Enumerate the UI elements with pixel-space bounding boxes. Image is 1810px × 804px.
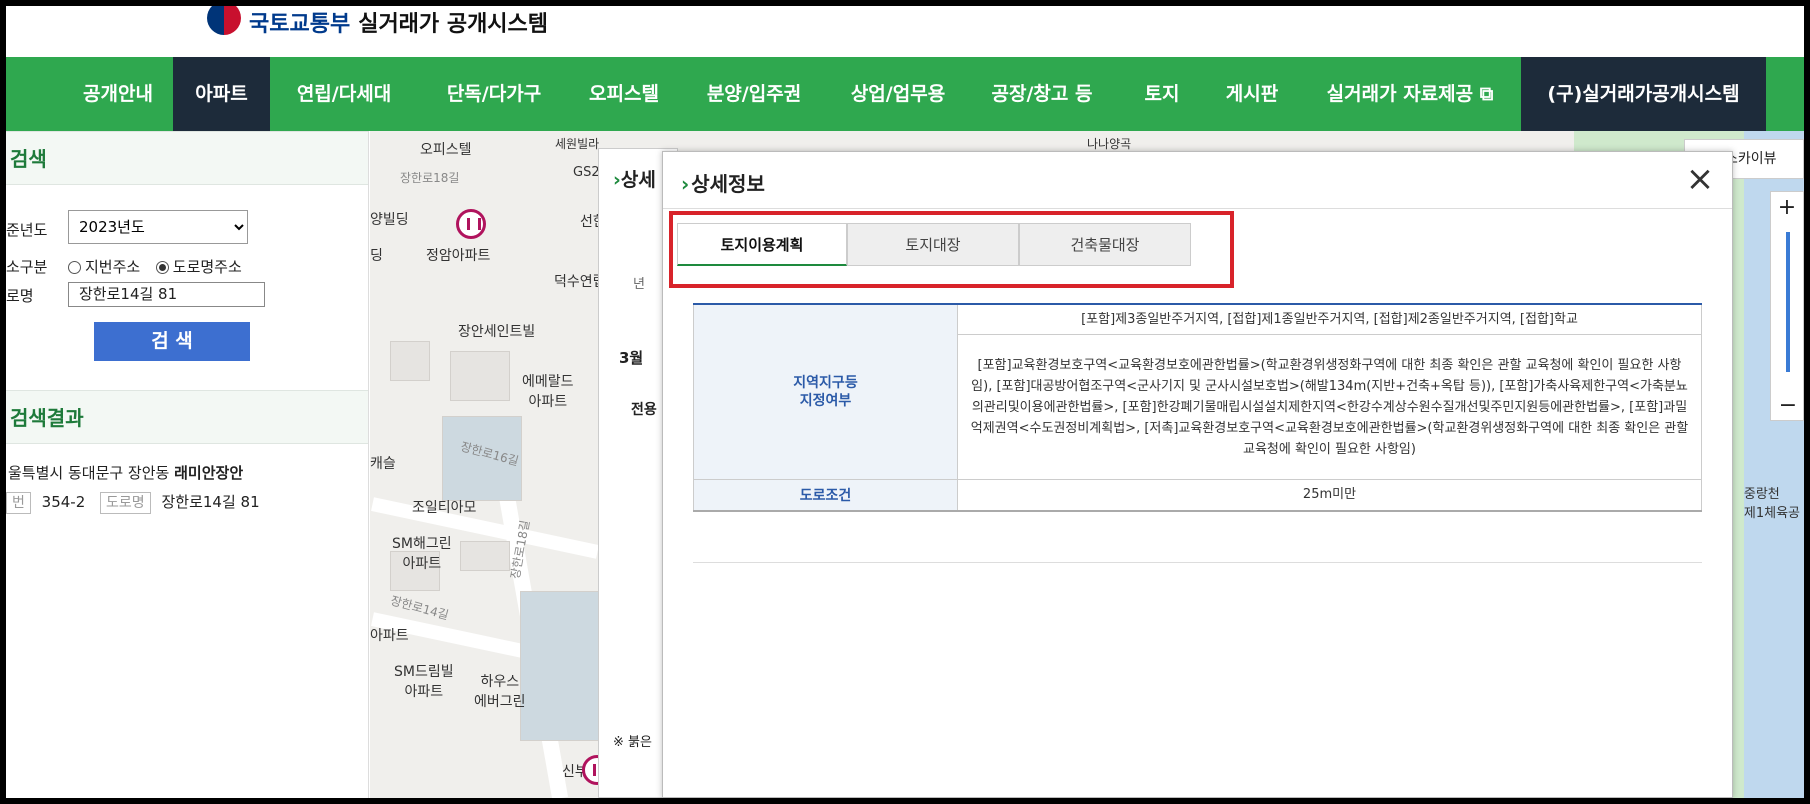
nav-item-multiplex[interactable]: 연립/다세대 bbox=[284, 57, 404, 131]
map-label: 딩 bbox=[370, 248, 383, 264]
site-logo[interactable]: 국토교통부 실거래가 공개시스템 bbox=[207, 6, 548, 38]
zoom-slider-track[interactable] bbox=[1786, 232, 1790, 372]
tab-land-register[interactable]: 토지대장 bbox=[847, 223, 1019, 266]
back-dialog-month: 3월 bbox=[619, 349, 644, 367]
nav-item-factory[interactable]: 공장/창고 등 bbox=[982, 57, 1102, 131]
map-label: SM드림빌 아파트 bbox=[394, 664, 454, 700]
year-select[interactable]: 2023년도 bbox=[68, 210, 248, 244]
jibun-radio[interactable] bbox=[68, 261, 81, 274]
result-detail: 번 354-2 도로명 장한로14길 81 bbox=[6, 483, 368, 514]
result-item[interactable]: 울특별시 동대문구 장안동 래미안장안 bbox=[6, 444, 368, 483]
close-icon[interactable]: × bbox=[1684, 162, 1716, 196]
road-radio[interactable] bbox=[155, 261, 169, 274]
table-row: 지역지구등 지정여부 [포함]제3종일반주거지역, [접합]제1종일반주거지역,… bbox=[693, 303, 1702, 480]
nav-item-land[interactable]: 토지 bbox=[1132, 57, 1192, 131]
back-dialog-column: 전용 bbox=[631, 402, 657, 418]
site-header: 국토교통부 실거래가 공개시스템 bbox=[6, 6, 1804, 57]
map-label: 하우스 에버그린 bbox=[474, 674, 526, 710]
building-block bbox=[450, 351, 510, 401]
result-road: 장한로14길 81 bbox=[161, 493, 260, 511]
nav-item-apartment[interactable]: 아파트 bbox=[173, 57, 270, 131]
divider bbox=[693, 562, 1702, 563]
nav-item-old-system[interactable]: (구)실거래가공개시스템 bbox=[1521, 57, 1766, 131]
browser-viewport: 국토교통부 실거래가 공개시스템 공개안내 아파트 연립/다세대 단독/다가구 … bbox=[6, 6, 1804, 798]
map-label: 아파트 bbox=[370, 628, 409, 644]
building-block bbox=[460, 541, 510, 571]
map-label: 정암아파트 bbox=[426, 248, 491, 264]
road-name-input[interactable]: 장한로14길 81 bbox=[68, 282, 265, 307]
building-block bbox=[390, 341, 430, 381]
nav-item-detached[interactable]: 단독/다가구 bbox=[430, 57, 558, 131]
map-label: 에메랄드 아파트 bbox=[522, 374, 574, 410]
road-radio-label[interactable]: 도로명주소 bbox=[173, 258, 242, 276]
modal-title: › 상세정보 bbox=[681, 172, 765, 196]
nav-item-data-provision[interactable]: 실거래가 자료제공 ⧉ bbox=[1312, 57, 1508, 131]
table-row: 도로조건 25m미만 bbox=[693, 479, 1702, 512]
map-label: 장안세인트빌 bbox=[458, 324, 536, 340]
building-block bbox=[520, 591, 600, 741]
detail-modal: › 상세정보 × 토지이용계획 토지대장 건축물대장 지역지구등 지정여부 [포함… bbox=[662, 151, 1733, 798]
jibun-radio-label[interactable]: 지번주소 bbox=[85, 258, 140, 276]
road-condition-header: 도로조건 bbox=[693, 479, 958, 512]
results-heading: 검색결과 bbox=[6, 390, 368, 444]
nav-item-public-info[interactable]: 공개안내 bbox=[63, 57, 173, 131]
year-label: 준년도 bbox=[6, 221, 48, 239]
type-label: 소구분 bbox=[6, 258, 48, 276]
system-name: 실거래가 공개시스템 bbox=[358, 12, 549, 37]
zoom-control[interactable]: + − bbox=[1770, 191, 1804, 421]
main-navigation: 공개안내 아파트 연립/다세대 단독/다가구 오피스텔 분양/입주권 상업/업무… bbox=[6, 57, 1804, 131]
zone-designation-line1: [포함]제3종일반주거지역, [접합]제1종일반주거지역, [접합]제2종일반주… bbox=[957, 303, 1702, 335]
search-button[interactable]: 검 색 bbox=[94, 322, 250, 361]
ministry-name: 국토교통부 bbox=[249, 12, 351, 37]
back-dialog-title: ›상세 bbox=[613, 169, 656, 191]
result-jibun: 354-2 bbox=[41, 493, 86, 511]
results-section: 검색결과 울특별시 동대문구 장안동 래미안장안 번 354-2 도로명 장한로… bbox=[6, 390, 368, 514]
zone-designation-header: 지역지구등 지정여부 bbox=[693, 303, 958, 480]
map-label: 양빌딩 bbox=[370, 212, 409, 228]
street-label: 장한로18길 bbox=[400, 171, 460, 185]
zone-designation-line2: [포함]교육환경보호구역<교육환경보호에관한법률>(학교환경위생정화구역에 대한… bbox=[957, 334, 1702, 480]
road-name-label: 로명 bbox=[6, 287, 34, 305]
address-type-radio-group: 지번주소 도로명주소 bbox=[68, 256, 242, 277]
nav-item-presale[interactable]: 분양/입주권 bbox=[694, 57, 814, 131]
nav-item-officetel[interactable]: 오피스텔 bbox=[576, 57, 672, 131]
result-name[interactable]: 래미안장안 bbox=[174, 464, 243, 482]
map-label: 중랑천 제1체육공 bbox=[1743, 487, 1800, 521]
search-heading: 검색 bbox=[6, 131, 368, 185]
road-condition-value: 25m미만 bbox=[957, 479, 1702, 512]
chevron-right-icon: › bbox=[681, 172, 690, 196]
map-label: 세원빌라 bbox=[555, 137, 600, 151]
map-label: 나나양곡 bbox=[1087, 137, 1132, 151]
zoom-out-icon[interactable]: − bbox=[1771, 393, 1804, 418]
land-use-table: 지역지구등 지정여부 [포함]제3종일반주거지역, [접합]제1종일반주거지역,… bbox=[693, 303, 1702, 512]
map-label: 오피스텔 bbox=[420, 142, 472, 158]
map-label: 캐슬 bbox=[370, 456, 396, 472]
map-label: 조일티아모 bbox=[412, 500, 477, 516]
modal-header: › 상세정보 × bbox=[663, 152, 1732, 209]
road-tag: 도로명 bbox=[100, 492, 151, 514]
back-dialog-note: ※ 붉은 bbox=[613, 735, 652, 750]
apartment-pin-icon[interactable] bbox=[456, 209, 486, 239]
nav-item-board[interactable]: 게시판 bbox=[1212, 57, 1292, 131]
tab-land-use-plan[interactable]: 토지이용계획 bbox=[677, 223, 847, 266]
back-dialog-year: 년 bbox=[633, 277, 645, 292]
search-panel: 검색 준년도 2023년도 소구분 지번주소 도로명주소 로명 장한로14길 8… bbox=[6, 131, 369, 798]
zoom-in-icon[interactable]: + bbox=[1771, 192, 1803, 224]
government-emblem-icon bbox=[207, 6, 241, 35]
jibun-tag: 번 bbox=[6, 492, 31, 514]
map-label: SM해그린 아파트 bbox=[392, 536, 452, 572]
tab-building-register[interactable]: 건축물대장 bbox=[1019, 223, 1191, 266]
nav-item-commercial[interactable]: 상업/업무용 bbox=[838, 57, 958, 131]
result-address: 울특별시 동대문구 장안동 bbox=[8, 464, 170, 482]
